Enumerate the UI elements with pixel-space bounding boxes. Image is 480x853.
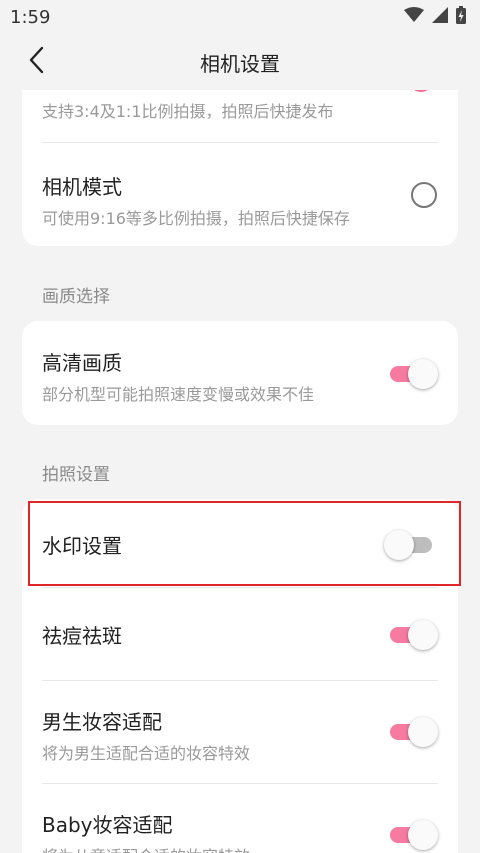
hd-quality-title: 高清画质	[42, 351, 122, 375]
hd-quality-toggle[interactable]	[388, 358, 438, 390]
baby-makeup-row[interactable]: Baby妆容适配 将为儿童适配合适的妆容特效	[22, 784, 458, 853]
quality-card: 高清画质 部分机型可能拍照速度变慢或效果不佳	[22, 321, 458, 425]
toggle-thumb	[408, 820, 438, 850]
male-makeup-title: 男生妆容适配	[42, 710, 162, 734]
section-label-quality: 画质选择	[42, 287, 110, 307]
toggle-thumb	[408, 717, 438, 747]
watermark-row[interactable]: 水印设置	[22, 499, 458, 587]
status-time: 1:59	[10, 6, 51, 28]
page-title: 相机设置	[200, 51, 280, 76]
male-makeup-subtitle: 将为男生适配合适的妆容特效	[42, 744, 251, 763]
camera-mode-radio[interactable]	[411, 182, 437, 208]
photo-settings-card: 水印设置 祛痘祛斑 男生妆容适配 将为男生适配合适的妆容特效 Baby妆容适配	[22, 499, 458, 853]
hd-quality-subtitle: 部分机型可能拍照速度变慢或效果不佳	[42, 385, 315, 404]
toggle-thumb	[408, 359, 438, 389]
camera-mode-row[interactable]: 相机模式 可使用9:16等多比例拍摄，拍照后快捷保存	[22, 143, 458, 246]
app-bar: 相机设置	[0, 34, 480, 90]
status-bar: 1:59	[0, 0, 480, 34]
check-icon	[408, 90, 434, 92]
chevron-left-icon	[28, 46, 44, 78]
camera-mode-title: 相机模式	[42, 175, 122, 199]
hd-quality-row[interactable]: 高清画质 部分机型可能拍照速度变慢或效果不佳	[22, 321, 458, 425]
toggle-thumb	[408, 620, 438, 650]
watermark-title: 水印设置	[42, 534, 122, 558]
back-button[interactable]	[18, 44, 54, 80]
camera-mode-subtitle: 可使用9:16等多比例拍摄，拍照后快捷保存	[42, 209, 350, 228]
acne-removal-title: 祛痘祛斑	[42, 624, 122, 648]
baby-makeup-toggle[interactable]	[388, 819, 438, 851]
section-label-photo: 拍照设置	[42, 465, 110, 485]
wifi-icon	[404, 7, 424, 27]
watermark-toggle[interactable]	[384, 529, 434, 561]
acne-removal-toggle[interactable]	[388, 619, 438, 651]
baby-makeup-title: Baby妆容适配	[42, 813, 173, 837]
status-icons	[404, 6, 466, 28]
signal-icon	[432, 7, 448, 27]
toggle-thumb	[384, 530, 414, 560]
camera-mode-card: 支持3:4及1:1比例拍摄，拍照后快捷发布 相机模式 可使用9:16等多比例拍摄…	[22, 90, 458, 246]
male-makeup-toggle[interactable]	[388, 716, 438, 748]
mode-option-radio[interactable]	[408, 90, 434, 92]
acne-removal-row[interactable]: 祛痘祛斑	[22, 588, 458, 680]
settings-scroll[interactable]: 支持3:4及1:1比例拍摄，拍照后快捷发布 相机模式 可使用9:16等多比例拍摄…	[0, 90, 480, 853]
mode-option-subtitle: 支持3:4及1:1比例拍摄，拍照后快捷发布	[42, 102, 334, 121]
mode-option-row[interactable]: 支持3:4及1:1比例拍摄，拍照后快捷发布	[22, 90, 458, 140]
male-makeup-row[interactable]: 男生妆容适配 将为男生适配合适的妆容特效	[22, 681, 458, 783]
battery-icon	[456, 6, 466, 28]
baby-makeup-subtitle: 将为儿童适配合适的妆容特效	[42, 843, 250, 853]
